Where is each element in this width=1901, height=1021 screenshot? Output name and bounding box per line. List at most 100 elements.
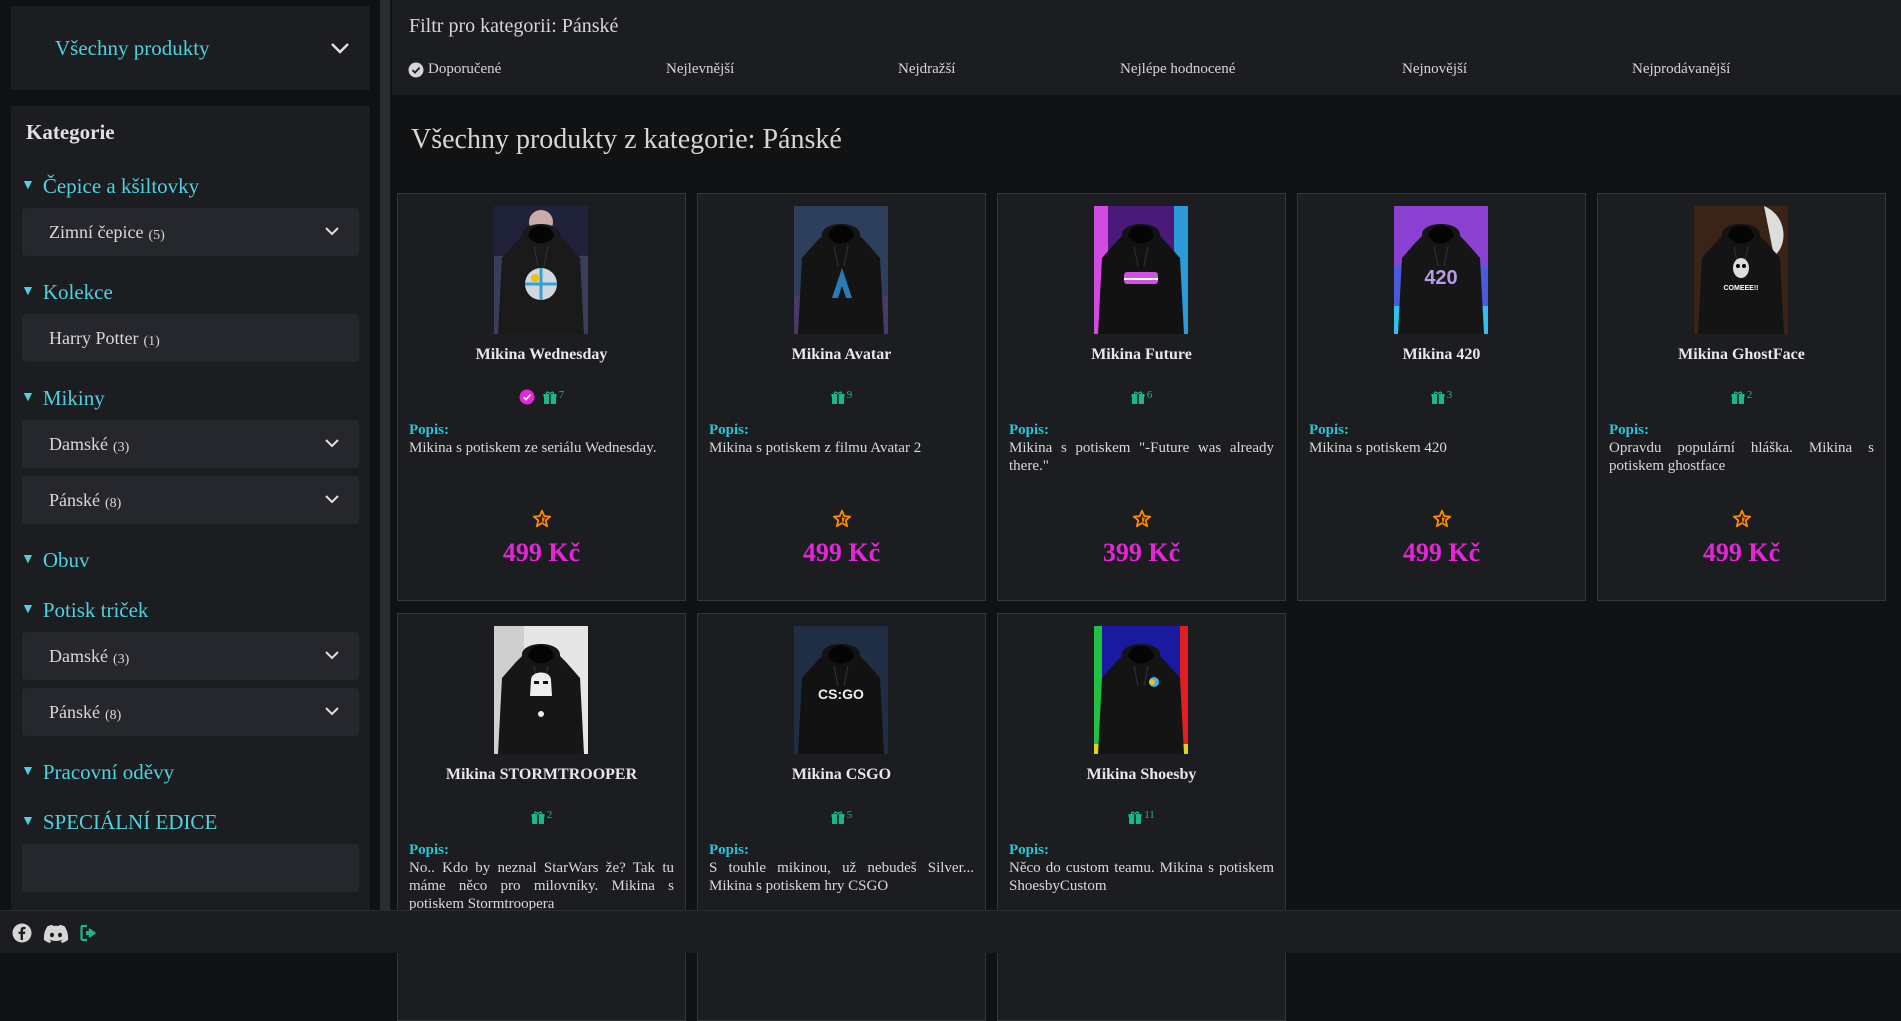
discord-icon[interactable]: [43, 923, 69, 943]
category-item[interactable]: Harry Potter (1): [22, 314, 359, 362]
product-card[interactable]: Mikina Shoesby 11 Popis: Něco do custom tea…: [997, 613, 1286, 1021]
sort-newest[interactable]: Nejnovější: [1402, 61, 1467, 78]
chevron-down-icon: [331, 43, 349, 54]
category-item-label: Harry Potter: [49, 327, 139, 348]
sort-bestselling[interactable]: Nejprodávanější: [1632, 61, 1730, 78]
category-item[interactable]: Zimní čepice (5): [22, 208, 359, 256]
product-description: Mikina s potiskem z filmu Avatar 2: [709, 440, 922, 456]
star-icon[interactable]: [532, 509, 552, 529]
product-image[interactable]: [494, 206, 588, 334]
product-image[interactable]: 420: [1394, 206, 1488, 334]
product-name[interactable]: Mikina CSGO: [698, 766, 985, 784]
gift-count-value: 6: [1146, 389, 1153, 401]
sort-label: Nejdražší: [898, 61, 956, 77]
all-products-dropdown[interactable]: Všechny produkty: [11, 6, 370, 90]
filter-bar: Filtr pro kategorii: Pánské Doporučené N…: [392, 0, 1901, 95]
product-card[interactable]: 420 Mikina 420 3 Popis: Mikina s potiskem 42…: [1297, 193, 1586, 601]
description-label: Popis:: [709, 422, 750, 438]
product-price: 499 Kč: [1702, 538, 1781, 567]
gift-count-value: 3: [1446, 389, 1453, 401]
product-meta: 3: [1298, 389, 1585, 405]
category-item-label: Pánské: [49, 701, 100, 722]
category-section-header[interactable]: ▼ Potisk triček: [21, 596, 370, 624]
star-icon[interactable]: [1132, 509, 1152, 529]
facebook-icon[interactable]: [11, 923, 33, 943]
sort-recommended[interactable]: Doporučené: [408, 61, 501, 78]
logout-icon[interactable]: [79, 923, 101, 943]
triangle-down-icon: ▼: [21, 390, 35, 405]
product-name[interactable]: Mikina STORMTROOPER: [398, 766, 685, 784]
description-label: Popis:: [709, 842, 750, 858]
sort-most-expensive[interactable]: Nejdražší: [898, 61, 955, 78]
category-item[interactable]: Pánské (8): [22, 476, 359, 524]
verified-badge-icon: [519, 389, 535, 405]
product-card[interactable]: Mikina STORMTROOPER 2 Popis: No.. Kdo by ne…: [397, 613, 686, 1021]
product-image[interactable]: [1094, 206, 1188, 334]
product-meta: 6: [998, 389, 1285, 405]
product-description: Něco do custom teamu. Mikina s potiskem …: [1009, 860, 1274, 894]
triangle-down-icon: ▼: [21, 284, 35, 299]
product-image[interactable]: [794, 206, 888, 334]
sort-label: Nejprodávanější: [1632, 61, 1731, 77]
sort-best-rated[interactable]: Nejlépe hodnocené: [1120, 61, 1235, 78]
sort-cheapest[interactable]: Nejlevnější: [666, 61, 734, 78]
sort-label: Nejlevnější: [666, 61, 735, 77]
gift-count-value: 9: [846, 389, 853, 401]
gift-count: 11: [1128, 809, 1155, 825]
product-name[interactable]: Mikina Future: [998, 346, 1285, 364]
product-price: 499 Kč: [802, 538, 881, 567]
category-item-count: (3): [112, 652, 130, 667]
chevron-down-icon: [325, 651, 339, 660]
product-card[interactable]: COMEEE!! Mikina GhostFace 2 Popis: Opravdu p…: [1597, 193, 1886, 601]
product-name[interactable]: Mikina Avatar: [698, 346, 985, 364]
product-name[interactable]: Mikina 420: [1298, 346, 1585, 364]
category-item[interactable]: Damské (3): [22, 632, 359, 680]
category-section-header[interactable]: ▼ Obuv: [21, 546, 370, 574]
category-section-header[interactable]: ▼ Kolekce: [21, 278, 370, 306]
gift-icon: [531, 811, 545, 824]
sidebar: Všechny produkty Kategorie ▼ Čepice a kši…: [0, 0, 380, 910]
product-image[interactable]: [494, 626, 588, 754]
filter-title: Filtr pro kategorii: Pánské: [409, 15, 619, 37]
chevron-down-icon: [325, 707, 339, 716]
product-image[interactable]: COMEEE!!: [1694, 206, 1788, 334]
category-item[interactable]: [22, 844, 359, 892]
categories-title: Kategorie: [26, 120, 115, 144]
product-price: 399 Kč: [1102, 538, 1181, 567]
category-section-label: Mikiny: [42, 385, 105, 410]
category-item[interactable]: Pánské (8): [22, 688, 359, 736]
gift-icon: [831, 391, 845, 404]
star-icon[interactable]: [832, 509, 852, 529]
category-item-label: Zimní čepice: [49, 221, 144, 242]
product-card[interactable]: Mikina Wednesday 7 Popis: Mikina s potiskem…: [397, 193, 686, 601]
product-price: 499 Kč: [502, 538, 581, 567]
gift-count-value: 2: [546, 809, 553, 821]
category-section-label: Čepice a kšiltovky: [42, 173, 200, 198]
gift-count: 3: [1431, 389, 1453, 405]
category-section-header[interactable]: ▼ Čepice a kšiltovky: [21, 172, 370, 200]
description-label: Popis:: [1009, 422, 1050, 438]
product-card[interactable]: Mikina Future 6 Popis: Mikina s potiskem "-…: [997, 193, 1286, 601]
star-icon[interactable]: [1432, 509, 1452, 529]
product-name[interactable]: Mikina Shoesby: [998, 766, 1285, 784]
category-item-count: (8): [105, 496, 122, 511]
product-image[interactable]: CS:GO: [794, 626, 888, 754]
product-name[interactable]: Mikina Wednesday: [398, 346, 685, 364]
product-description: No.. Kdo by neznal StarWars že? Tak tu m…: [409, 860, 674, 912]
product-card[interactable]: CS:GO Mikina CSGO 5 Popis: S touhle mikinou,…: [697, 613, 986, 1021]
product-meta: 5: [698, 809, 985, 825]
category-item[interactable]: Damské (3): [22, 420, 359, 468]
triangle-down-icon: ▼: [21, 552, 35, 567]
gift-count-value: 7: [558, 389, 565, 401]
sidebar-divider: [380, 0, 390, 910]
star-icon[interactable]: [1732, 509, 1752, 529]
product-image[interactable]: [1094, 626, 1188, 754]
category-section-header[interactable]: ▼ SPECIÁLNÍ EDICE: [21, 808, 370, 836]
category-section-header[interactable]: ▼ Mikiny: [21, 384, 370, 412]
description-label: Popis:: [409, 422, 450, 438]
product-description: Mikina s potiskem ze seriálu Wednesday.: [409, 440, 657, 456]
product-name[interactable]: Mikina GhostFace: [1598, 346, 1885, 364]
category-section-header[interactable]: ▼ Pracovní oděvy: [21, 758, 370, 786]
product-card[interactable]: Mikina Avatar 9 Popis: Mikina s potiskem z …: [697, 193, 986, 601]
category-item-label: Damské: [49, 433, 108, 454]
